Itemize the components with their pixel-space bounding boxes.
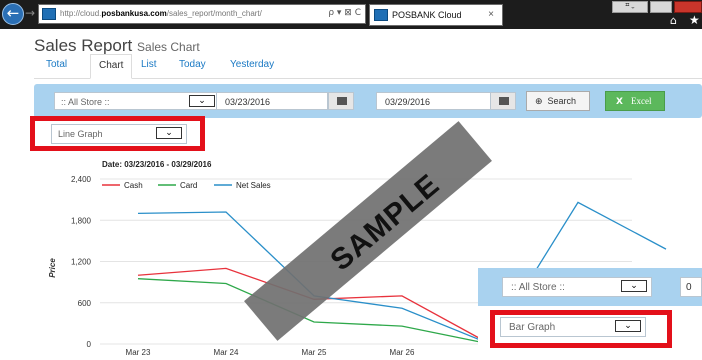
chart-title: Date: 03/23/2016 - 03/29/2016 — [102, 160, 212, 169]
x-tick-label: Mar 25 — [302, 348, 327, 357]
highlight-inset-graph-select — [490, 310, 672, 348]
y-tick-label: 1,800 — [71, 216, 92, 225]
legend-label: Net Sales — [236, 181, 271, 190]
inset-store-select[interactable]: :: All Store :: ⌄ — [502, 277, 652, 297]
y-axis-label: Price — [48, 258, 57, 278]
chart-legend: Cash Card Net Sales — [102, 181, 271, 190]
y-tick-label: 1,200 — [71, 258, 92, 267]
y-tick-label: 600 — [78, 299, 92, 308]
inset-date-input[interactable]: 0 — [680, 277, 702, 297]
inset-store-value: :: All Store :: — [511, 282, 565, 293]
x-tick-label: Mar 23 — [126, 348, 151, 357]
legend-label: Card — [180, 181, 197, 190]
x-tick-label: Mar 24 — [214, 348, 239, 357]
x-tick-label: Mar 26 — [390, 348, 415, 357]
legend-label: Cash — [124, 181, 143, 190]
highlight-graph-select — [30, 116, 205, 151]
y-tick-label: 0 — [87, 340, 92, 349]
chevron-down-icon: ⌄ — [621, 280, 647, 292]
y-axis-ticks: 0 600 1,200 1,800 2,400 — [71, 175, 92, 349]
x-axis-ticks: Mar 23Mar 24Mar 25Mar 26Mar 2 — [126, 348, 501, 357]
screenshot-root: ← → http://cloud.posbankusa.com/sales_re… — [0, 0, 702, 360]
y-tick-label: 2,400 — [71, 175, 92, 184]
